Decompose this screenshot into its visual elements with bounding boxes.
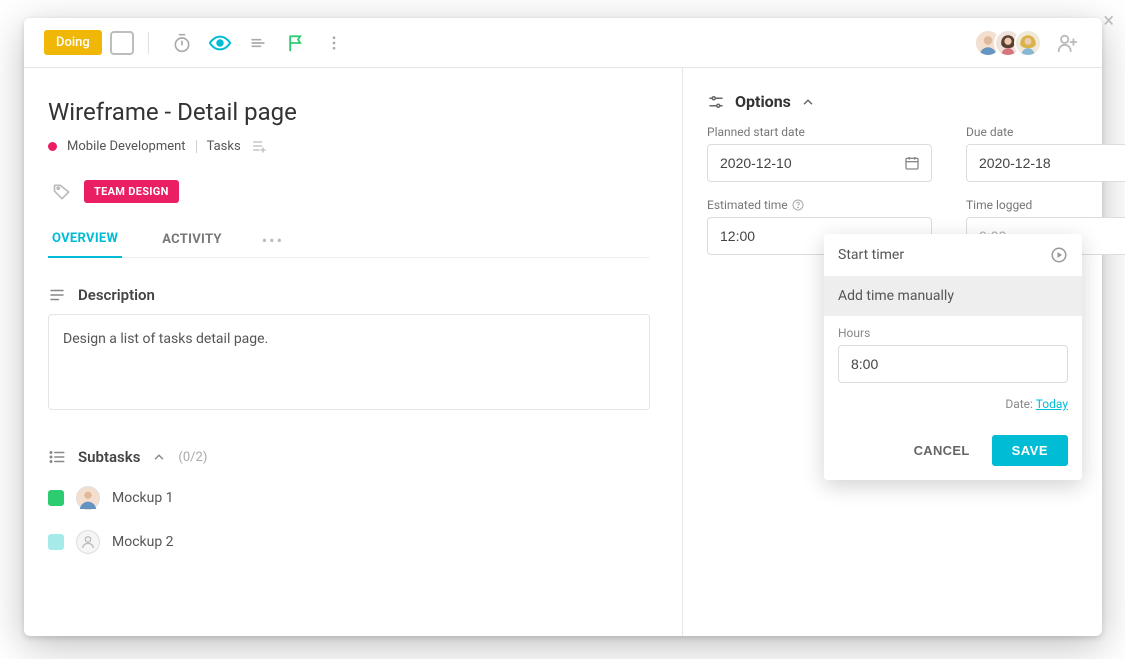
date-today-link[interactable]: Today [1036, 397, 1068, 411]
description-text[interactable]: Design a list of tasks detail page. [48, 314, 650, 410]
description-header: Description [48, 286, 650, 304]
due-date-label: Due date [966, 125, 1125, 139]
section-name[interactable]: Tasks [207, 139, 241, 154]
field-planned-start: Planned start date [707, 125, 932, 182]
task-title: Wireframe - Detail page [48, 98, 650, 126]
estimated-time-label: Estimated time [707, 198, 932, 212]
cancel-button[interactable]: CANCEL [908, 435, 976, 466]
divider [148, 32, 149, 54]
project-name[interactable]: Mobile Development [67, 139, 186, 154]
field-due-date: Due date [966, 125, 1125, 182]
status-badge[interactable]: Doing [44, 30, 102, 55]
task-modal: × Doing [24, 18, 1102, 636]
date-row: Date: Today [838, 397, 1068, 411]
right-panel: Options Planned start date Due d [682, 68, 1102, 636]
subtasks-header: Subtasks (0/2) [48, 448, 650, 466]
eye-icon[interactable] [209, 32, 231, 54]
add-user-icon[interactable] [1056, 32, 1078, 54]
list-icon [48, 448, 66, 466]
start-timer-row[interactable]: Start timer [824, 234, 1082, 276]
subtask-item[interactable]: Mockup 2 [48, 520, 650, 564]
more-icon[interactable] [323, 32, 345, 54]
due-date-input[interactable] [966, 144, 1125, 182]
stopwatch-icon[interactable] [171, 32, 193, 54]
left-panel: Wireframe - Detail page Mobile Developme… [24, 68, 682, 636]
avatar[interactable] [1014, 29, 1042, 57]
tab-more-icon[interactable]: ••• [262, 229, 284, 250]
sliders-icon [707, 93, 725, 111]
play-circle-icon[interactable] [1050, 246, 1068, 264]
help-icon[interactable] [792, 199, 804, 211]
subtask-status-color [48, 490, 64, 506]
save-button[interactable]: SAVE [992, 435, 1068, 466]
time-logged-label: Time logged [966, 198, 1125, 212]
description-heading: Description [78, 286, 155, 304]
hours-input[interactable] [838, 345, 1068, 383]
subtasks-heading: Subtasks [78, 448, 140, 466]
subtask-avatar-empty[interactable] [76, 530, 100, 554]
tab-overview[interactable]: OVERVIEW [48, 221, 122, 258]
planned-start-label: Planned start date [707, 125, 932, 139]
chevron-up-icon[interactable] [801, 95, 815, 109]
chevron-up-icon[interactable] [152, 450, 166, 464]
subtask-name: Mockup 1 [112, 490, 174, 506]
breadcrumb: Mobile Development Tasks [48, 138, 650, 154]
subtask-status-color [48, 534, 64, 550]
complete-checkbox[interactable] [110, 31, 134, 55]
tabs: OVERVIEW ACTIVITY ••• [48, 221, 650, 258]
add-time-manually-row[interactable]: Add time manually [824, 276, 1082, 316]
time-log-popover: Start timer Add time manually Hours Date… [824, 234, 1082, 480]
options-heading: Options [735, 92, 791, 111]
planned-start-input[interactable] [707, 144, 932, 182]
flag-icon[interactable] [285, 32, 307, 54]
add-to-list-icon[interactable] [251, 138, 267, 154]
hours-label: Hours [838, 326, 1068, 340]
tag-row: TEAM DESIGN [48, 180, 650, 203]
paragraph-icon [48, 286, 66, 304]
options-header: Options [707, 92, 1078, 111]
project-color-dot [48, 142, 57, 151]
reorder-icon[interactable] [247, 32, 269, 54]
assignee-avatars [974, 29, 1078, 57]
tag-icon[interactable] [52, 182, 72, 202]
tag-chip[interactable]: TEAM DESIGN [84, 180, 179, 203]
subtask-avatar[interactable] [76, 486, 100, 510]
subtask-name: Mockup 2 [112, 534, 174, 550]
close-icon[interactable]: × [1103, 8, 1114, 32]
tab-activity[interactable]: ACTIVITY [158, 222, 226, 257]
subtask-count: (0/2) [178, 450, 207, 465]
modal-header: Doing [24, 18, 1102, 68]
subtask-item[interactable]: Mockup 1 [48, 476, 650, 520]
calendar-icon[interactable] [903, 154, 921, 172]
